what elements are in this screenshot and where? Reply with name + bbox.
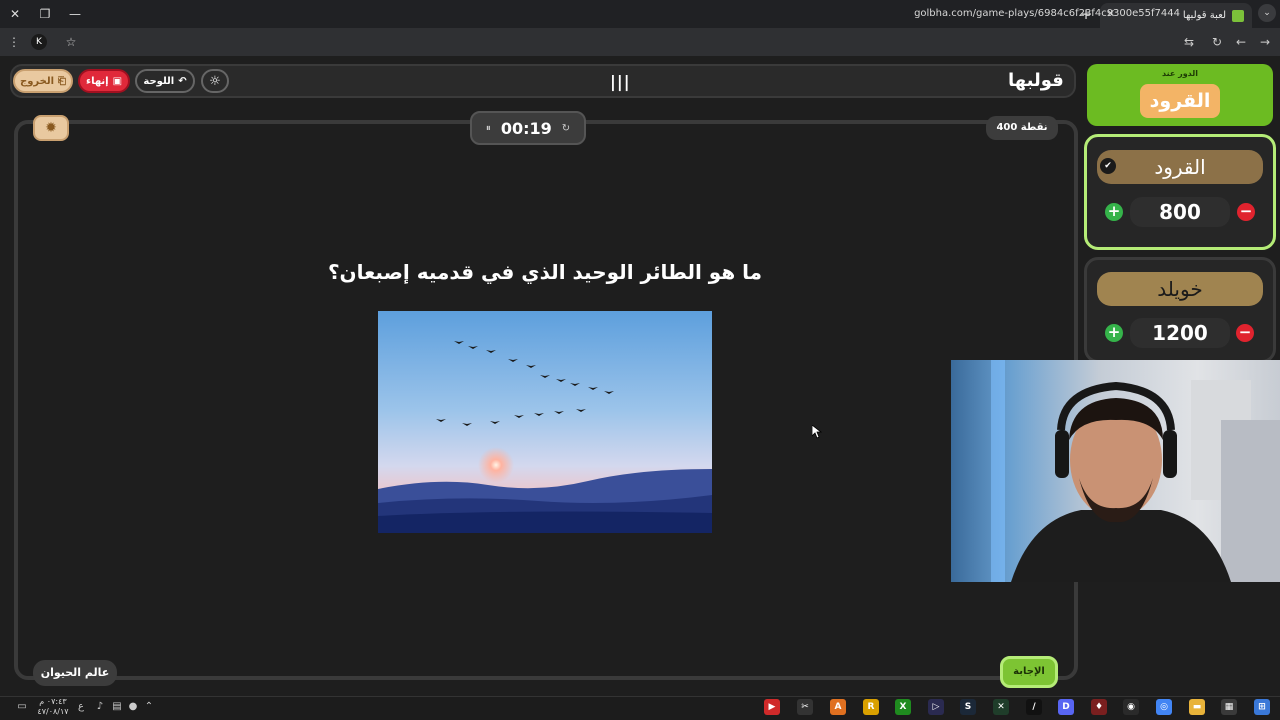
address-bar: [0, 28, 1280, 56]
volume-icon[interactable]: ♪: [93, 700, 107, 714]
media-app-icon[interactable]: ▶: [764, 699, 780, 715]
back-icon[interactable]: ←: [1231, 32, 1251, 52]
tab-title: لعبة قولبها: [1182, 10, 1226, 21]
obs-icon[interactable]: ◉: [1123, 699, 1139, 715]
team-2-name: خويلد: [1097, 272, 1263, 306]
os-taskbar: [0, 696, 1280, 720]
steam-icon[interactable]: S: [960, 699, 976, 715]
store-icon[interactable]: ▦: [1221, 699, 1237, 715]
team-1-minus-icon[interactable]: −: [1237, 203, 1255, 221]
excel-icon[interactable]: ✕: [993, 699, 1009, 715]
player-icon[interactable]: ▷: [928, 699, 944, 715]
capcut-icon[interactable]: ✂: [797, 699, 813, 715]
network-icon[interactable]: ▤: [110, 700, 124, 714]
answer-button[interactable]: الإجابة: [1000, 656, 1058, 688]
profile-avatar[interactable]: K: [31, 34, 47, 50]
end-game-button[interactable]: إنهاء ▣: [78, 69, 130, 93]
team-2-score: 1200: [1130, 318, 1230, 348]
board-button[interactable]: اللوحة ↶: [135, 69, 195, 93]
browser-menu-icon[interactable]: ⋮: [4, 32, 24, 52]
menu-icon[interactable]: |||: [610, 72, 631, 91]
points-badge: 400 نقطة: [986, 116, 1058, 140]
timer-value: 00:19: [500, 118, 552, 138]
end-label: إنهاء: [85, 75, 109, 87]
board-label: اللوحة: [143, 75, 175, 87]
xbox-icon[interactable]: X: [895, 699, 911, 715]
tab-favicon: [1232, 9, 1244, 22]
category-badge: عالم الحيوان: [33, 660, 117, 686]
exit-door-icon: ⎗: [58, 75, 67, 87]
question-image: [378, 311, 712, 533]
minimize-window-icon[interactable]: —: [64, 4, 86, 24]
webcam-overlay: [951, 360, 1280, 582]
team-2-minus-icon[interactable]: −: [1236, 324, 1254, 342]
rockstar-icon[interactable]: R: [863, 699, 879, 715]
clipboard-icon: ▣: [112, 75, 123, 87]
artstation-icon[interactable]: A: [830, 699, 846, 715]
bookmark-star-icon[interactable]: ☆: [61, 32, 81, 52]
tray-chevron-icon[interactable]: ⌃: [142, 700, 156, 714]
timer: ⏸ 00:19 ↻: [470, 111, 586, 145]
chrome-icon[interactable]: ◎: [1156, 699, 1172, 715]
file-explorer-icon[interactable]: ▬: [1189, 699, 1205, 715]
turn-label: الدور عند: [1161, 69, 1199, 78]
tab-search-icon[interactable]: ⌄: [1258, 4, 1276, 22]
active-check-icon: ✔: [1100, 158, 1116, 174]
language-indicator[interactable]: ع: [74, 700, 88, 714]
restore-window-icon[interactable]: ❐: [34, 4, 56, 24]
close-window-icon[interactable]: ✕: [4, 4, 26, 24]
mouse-cursor-icon: [812, 425, 822, 439]
clock-date: ٤٧/٠٨/١٧: [37, 707, 69, 716]
clock-time: ٠٧:٤٣ م: [39, 697, 67, 706]
site-settings-icon[interactable]: ⇆: [1179, 32, 1199, 52]
system-clock[interactable]: ٠٧:٤٣ م ٤٧/٠٨/١٧: [36, 697, 70, 717]
app-icon[interactable]: ♦: [1091, 699, 1107, 715]
pause-icon[interactable]: ⏸: [486, 123, 491, 134]
reset-icon[interactable]: ↻: [562, 123, 570, 134]
undo-arrow-icon: ↶: [178, 75, 187, 87]
team-2-plus-icon[interactable]: +: [1105, 324, 1123, 342]
epic-icon[interactable]: ∕: [1026, 699, 1042, 715]
exit-button[interactable]: الخروج ⎗: [13, 69, 73, 93]
question-text: ما هو الطائر الوحيد الذي في قدميه إصبعان…: [327, 260, 763, 284]
theme-toggle-button[interactable]: ☼: [201, 69, 229, 93]
url-field[interactable]: golbha.com/game-plays/6984c6f23f4c9300e5…: [780, 4, 1180, 24]
site-logo[interactable]: قولبها: [1008, 70, 1064, 91]
reload-icon[interactable]: ↻: [1207, 32, 1227, 52]
notification-icon[interactable]: ▭: [15, 700, 29, 714]
sun-icon: ☼: [209, 73, 221, 89]
report-bug-icon[interactable]: ✹: [33, 115, 69, 141]
team-1-name: القرود: [1097, 150, 1263, 184]
turn-team-name: القرود: [1140, 84, 1220, 118]
team-1-score: 800: [1130, 197, 1230, 227]
exit-label: الخروج: [19, 75, 55, 87]
start-icon[interactable]: ⊞: [1254, 699, 1270, 715]
microphone-icon[interactable]: ●: [126, 700, 140, 714]
forward-icon[interactable]: →: [1255, 32, 1275, 52]
discord-icon[interactable]: D: [1058, 699, 1074, 715]
team-1-plus-icon[interactable]: +: [1105, 203, 1123, 221]
